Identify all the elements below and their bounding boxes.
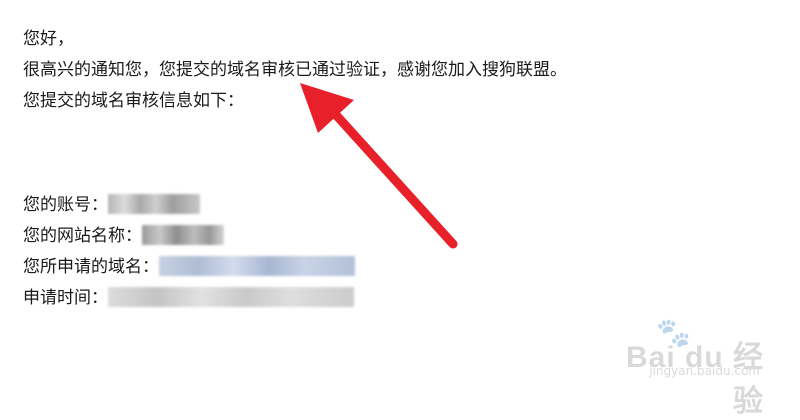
arrow-shaft xyxy=(332,111,458,249)
watermark-url: jingyan.baidu.com xyxy=(649,364,760,378)
baidu-jingyan-watermark: 🐾 Bai du 经验 jingyan.baidu.com xyxy=(614,312,764,418)
